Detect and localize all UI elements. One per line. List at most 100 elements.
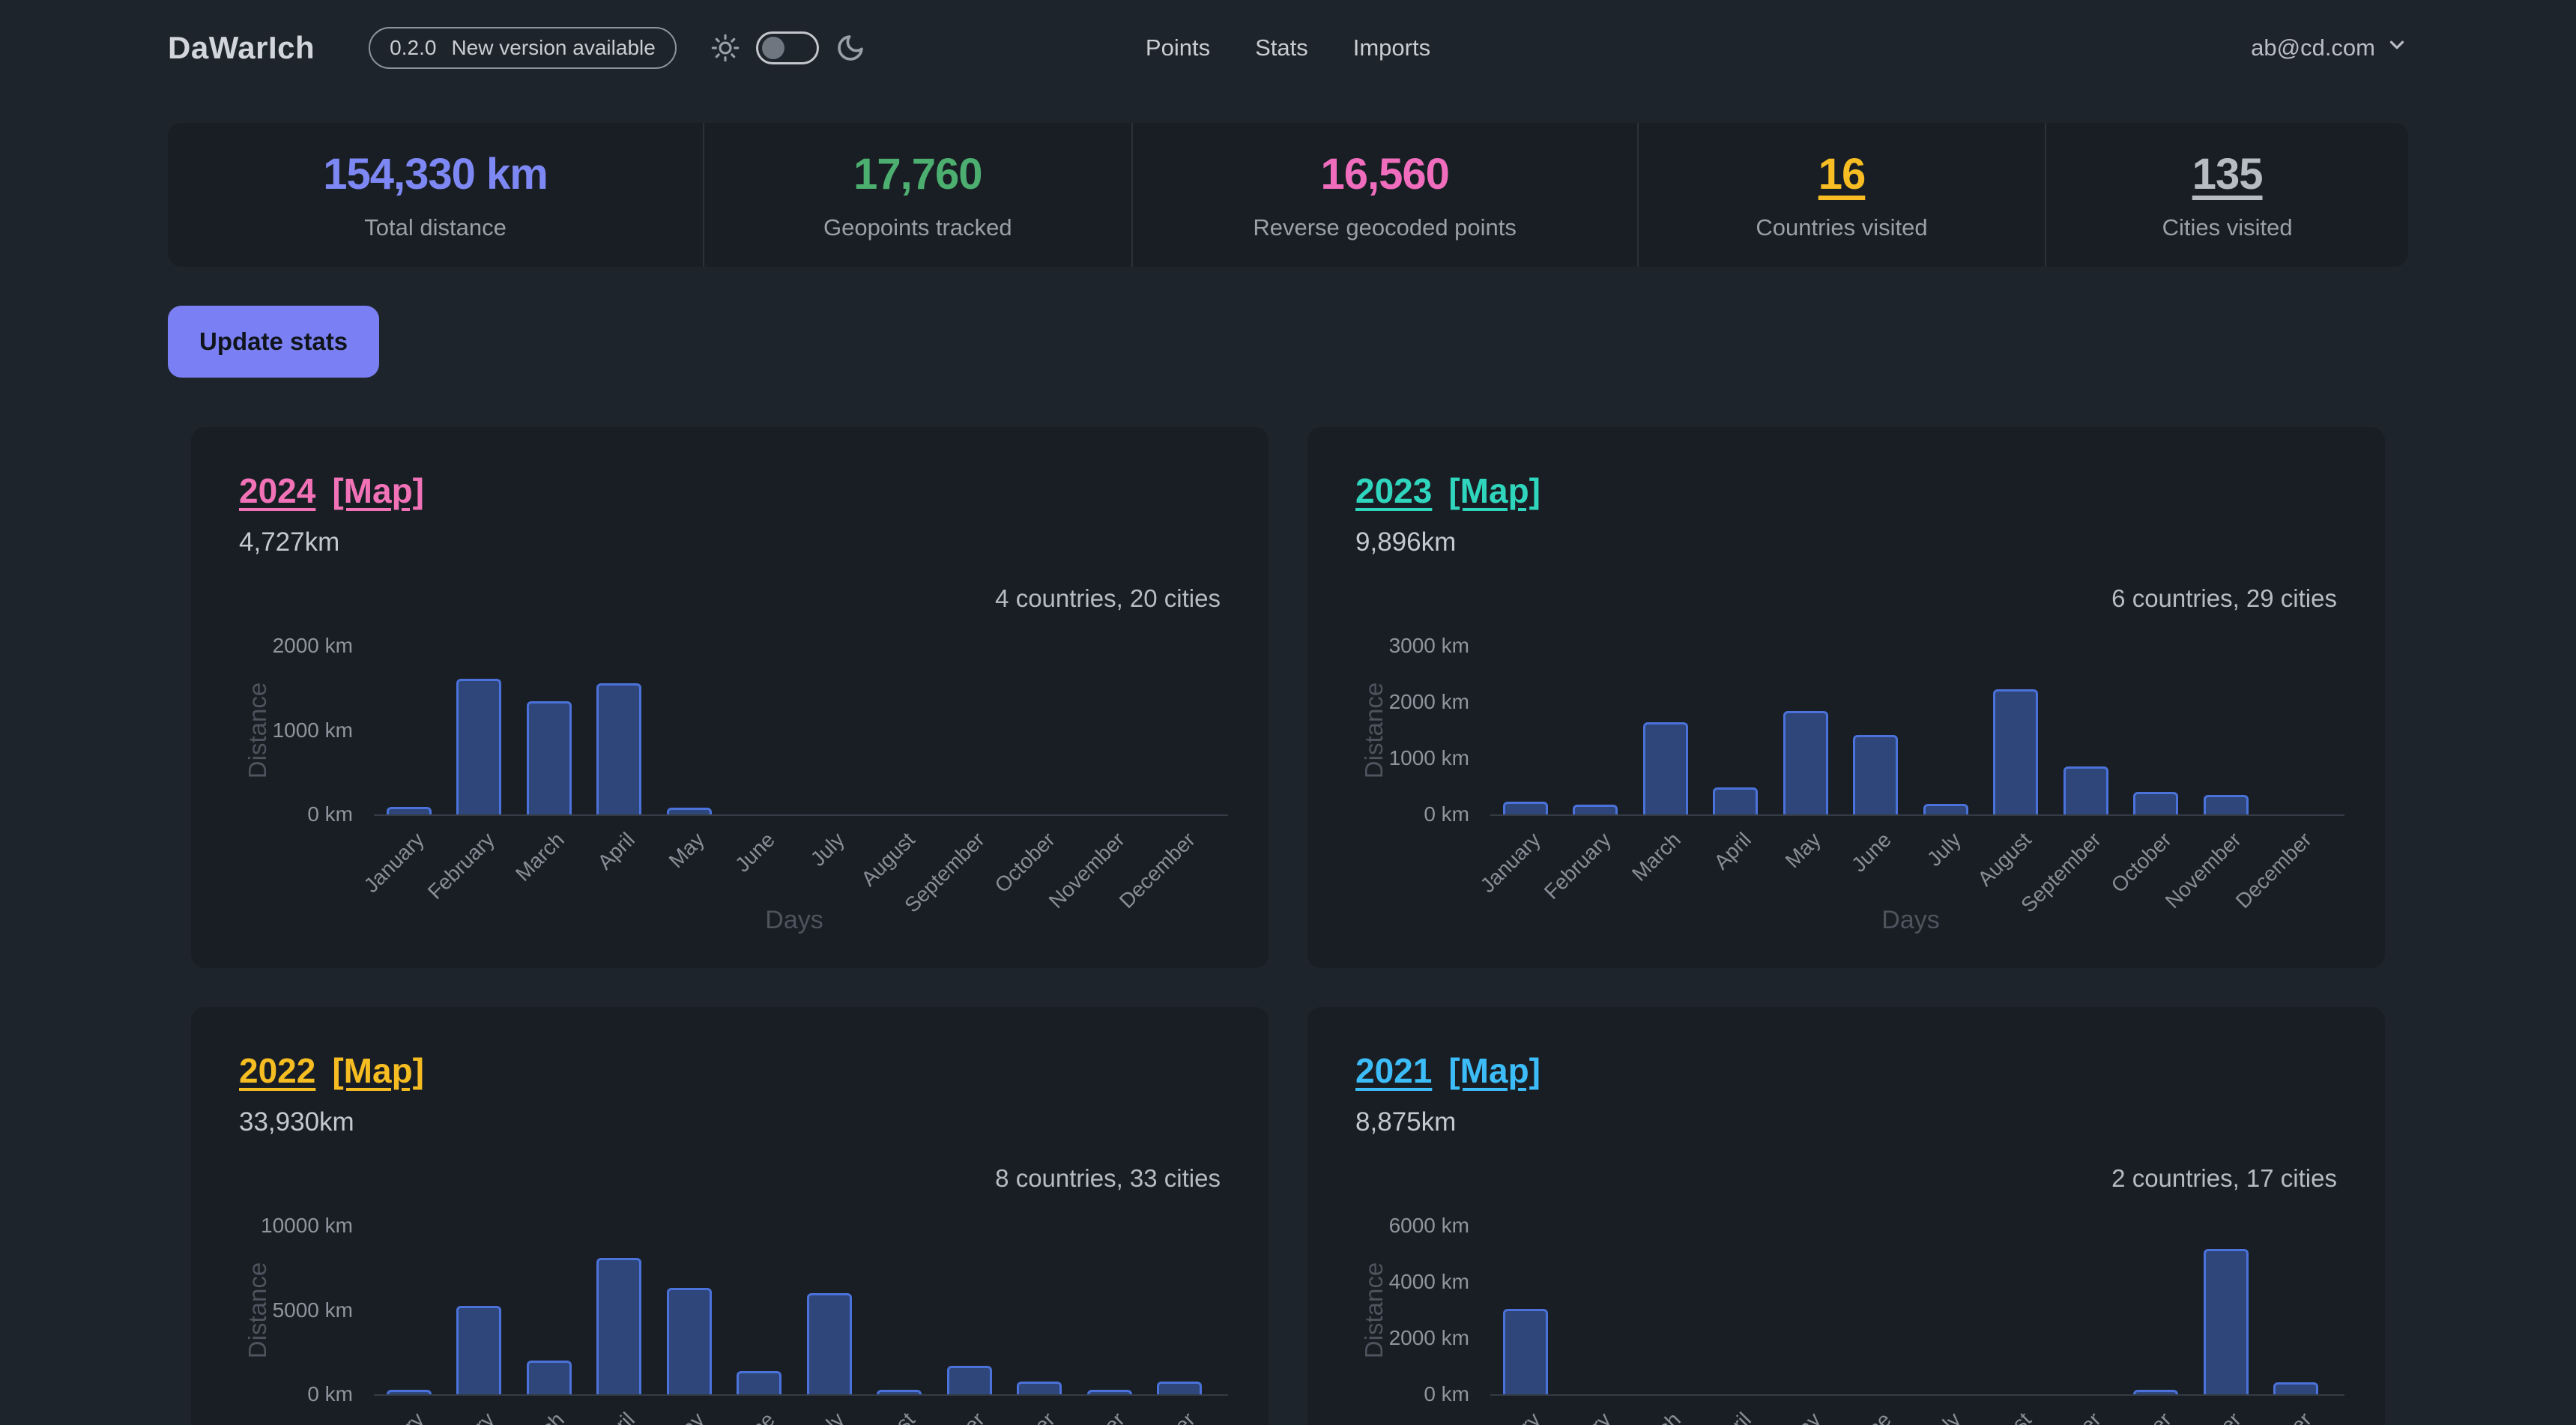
x-axis-label: July	[806, 1408, 850, 1425]
year-link-2023[interactable]: 2023	[1355, 471, 1432, 511]
year-card-2023: 2023 [Map] 9,896km 6 countries, 29 citie…	[1307, 427, 2385, 968]
main-nav: Points Stats Imports	[1146, 34, 1430, 61]
y-axis-tick: 0 km	[307, 1382, 353, 1406]
bar-april	[596, 683, 641, 814]
x-axis-label: November	[1044, 1408, 1130, 1425]
year-distance: 8,875km	[1355, 1107, 2337, 1140]
moon-icon	[835, 33, 865, 63]
bar-may	[667, 1288, 712, 1394]
version-message: New version available	[451, 36, 655, 60]
x-axis-label: December	[2231, 828, 2317, 913]
bar-january	[1503, 802, 1548, 814]
account-menu[interactable]: ab@cd.com	[2251, 34, 2408, 62]
y-axis-title: Distance	[1360, 1262, 1388, 1358]
year-distance: 33,930km	[239, 1107, 1221, 1140]
x-axis-label: January	[1476, 1408, 1546, 1425]
y-axis-tick: 0 km	[307, 802, 353, 826]
y-axis-title: Distance	[1360, 682, 1388, 778]
y-axis-tick: 6000 km	[1389, 1214, 1469, 1238]
stat-value: 154,330 km	[323, 149, 548, 199]
bar-november	[1087, 1390, 1132, 1394]
nav-imports[interactable]: Imports	[1353, 34, 1430, 61]
x-axis-label: May	[665, 828, 710, 873]
x-axis-label: October	[990, 828, 1059, 898]
bar-august	[1993, 689, 2038, 814]
nav-stats[interactable]: Stats	[1255, 34, 1308, 61]
year-link-2024[interactable]: 2024	[239, 471, 315, 511]
x-axis-label: June	[731, 1408, 780, 1425]
stat-label: Cities visited	[2162, 214, 2293, 241]
x-axis-label: March	[1627, 828, 1686, 886]
year-card-2022: 2022 [Map] 33,930km 8 countries, 33 citi…	[191, 1007, 1269, 1425]
distance-bar-chart: Distance10000 km5000 km0 kmJanuaryFebrua…	[374, 1226, 1215, 1394]
stat-geopoints: 17,760 Geopoints tracked	[703, 123, 1131, 267]
x-axis-label: February	[423, 1408, 500, 1425]
x-axis-label: September	[2017, 828, 2106, 917]
map-link-2024[interactable]: [Map]	[332, 471, 424, 511]
x-axis-label: August	[1973, 1408, 2036, 1425]
x-axis-label: August	[1973, 828, 2036, 891]
x-axis-label: June	[1847, 1408, 1896, 1425]
x-axis-label: September	[901, 828, 990, 917]
year-summary: 6 countries, 29 cities	[1355, 584, 2337, 616]
x-axis-title: Days	[1490, 906, 2331, 935]
nav-points[interactable]: Points	[1146, 34, 1210, 61]
map-link-2021[interactable]: [Map]	[1448, 1050, 1541, 1091]
chevron-down-icon	[2386, 34, 2408, 62]
x-axis-label: November	[2161, 1408, 2246, 1425]
bar-august	[877, 1390, 922, 1394]
theme-toggle[interactable]	[756, 31, 819, 64]
y-axis-tick: 2000 km	[273, 634, 353, 658]
y-axis-tick: 2000 km	[1389, 1326, 1469, 1350]
x-axis-label: May	[665, 1408, 710, 1425]
bar-march	[1643, 722, 1688, 814]
bar-march	[527, 1361, 572, 1394]
year-link-2021[interactable]: 2021	[1355, 1050, 1432, 1091]
bar-june	[737, 1371, 781, 1394]
theme-toggle-knob[interactable]	[762, 37, 784, 59]
bar-february	[456, 679, 501, 814]
bar-april	[1713, 787, 1758, 814]
x-axis-title: Days	[374, 906, 1215, 935]
bar-october	[2133, 1390, 2178, 1394]
bar-october	[1017, 1382, 1062, 1394]
theme-switcher	[711, 31, 865, 64]
stat-label: Countries visited	[1756, 214, 1927, 241]
map-link-2023[interactable]: [Map]	[1448, 471, 1541, 511]
year-summary: 8 countries, 33 cities	[239, 1164, 1221, 1196]
x-axis-label: March	[1627, 1408, 1686, 1425]
update-stats-button[interactable]: Update stats	[168, 306, 379, 378]
top-bar: DaWarIch 0.2.0 New version available	[168, 0, 2408, 96]
x-axis-label: July	[806, 828, 850, 871]
y-axis-tick: 4000 km	[1389, 1270, 1469, 1294]
distance-bar-chart: Distance6000 km4000 km2000 km0 kmJanuary…	[1490, 1226, 2331, 1394]
x-axis-label: December	[2231, 1408, 2317, 1425]
app-logo[interactable]: DaWarIch	[168, 30, 315, 66]
y-axis-tick: 10000 km	[261, 1214, 353, 1238]
x-axis-label: January	[360, 1408, 429, 1425]
x-axis-label: March	[511, 1408, 569, 1425]
x-axis-label: November	[2161, 828, 2246, 913]
stat-label: Total distance	[364, 214, 507, 241]
y-axis-title: Distance	[244, 682, 272, 778]
bar-december	[2273, 1382, 2318, 1394]
sun-icon	[711, 34, 740, 62]
account-email: ab@cd.com	[2251, 34, 2375, 61]
stat-countries-visited: 16 Countries visited	[1637, 123, 2046, 267]
y-axis-tick: 0 km	[1424, 1382, 1469, 1406]
stat-label: Geopoints tracked	[823, 214, 1012, 241]
x-axis-label: February	[1540, 828, 1616, 904]
stat-value cities-link[interactable]: 135	[2192, 149, 2263, 199]
stat-label: Reverse geocoded points	[1253, 214, 1517, 241]
year-link-2022[interactable]: 2022	[239, 1050, 315, 1091]
bar-october	[2133, 792, 2178, 814]
year-summary: 4 countries, 20 cities	[239, 584, 1221, 616]
distance-bar-chart: Distance2000 km1000 km0 kmJanuaryFebruar…	[374, 646, 1215, 814]
x-axis-labels: JanuaryFebruaryMarchAprilMayJuneJulyAugu…	[1490, 1394, 2331, 1425]
bar-november	[2204, 1249, 2249, 1394]
x-axis-label: May	[1781, 828, 1826, 873]
map-link-2022[interactable]: [Map]	[332, 1050, 424, 1091]
stat-value countries-link[interactable]: 16	[1818, 149, 1866, 199]
bar-february	[1573, 805, 1618, 815]
x-axis-label: October	[990, 1408, 1059, 1425]
